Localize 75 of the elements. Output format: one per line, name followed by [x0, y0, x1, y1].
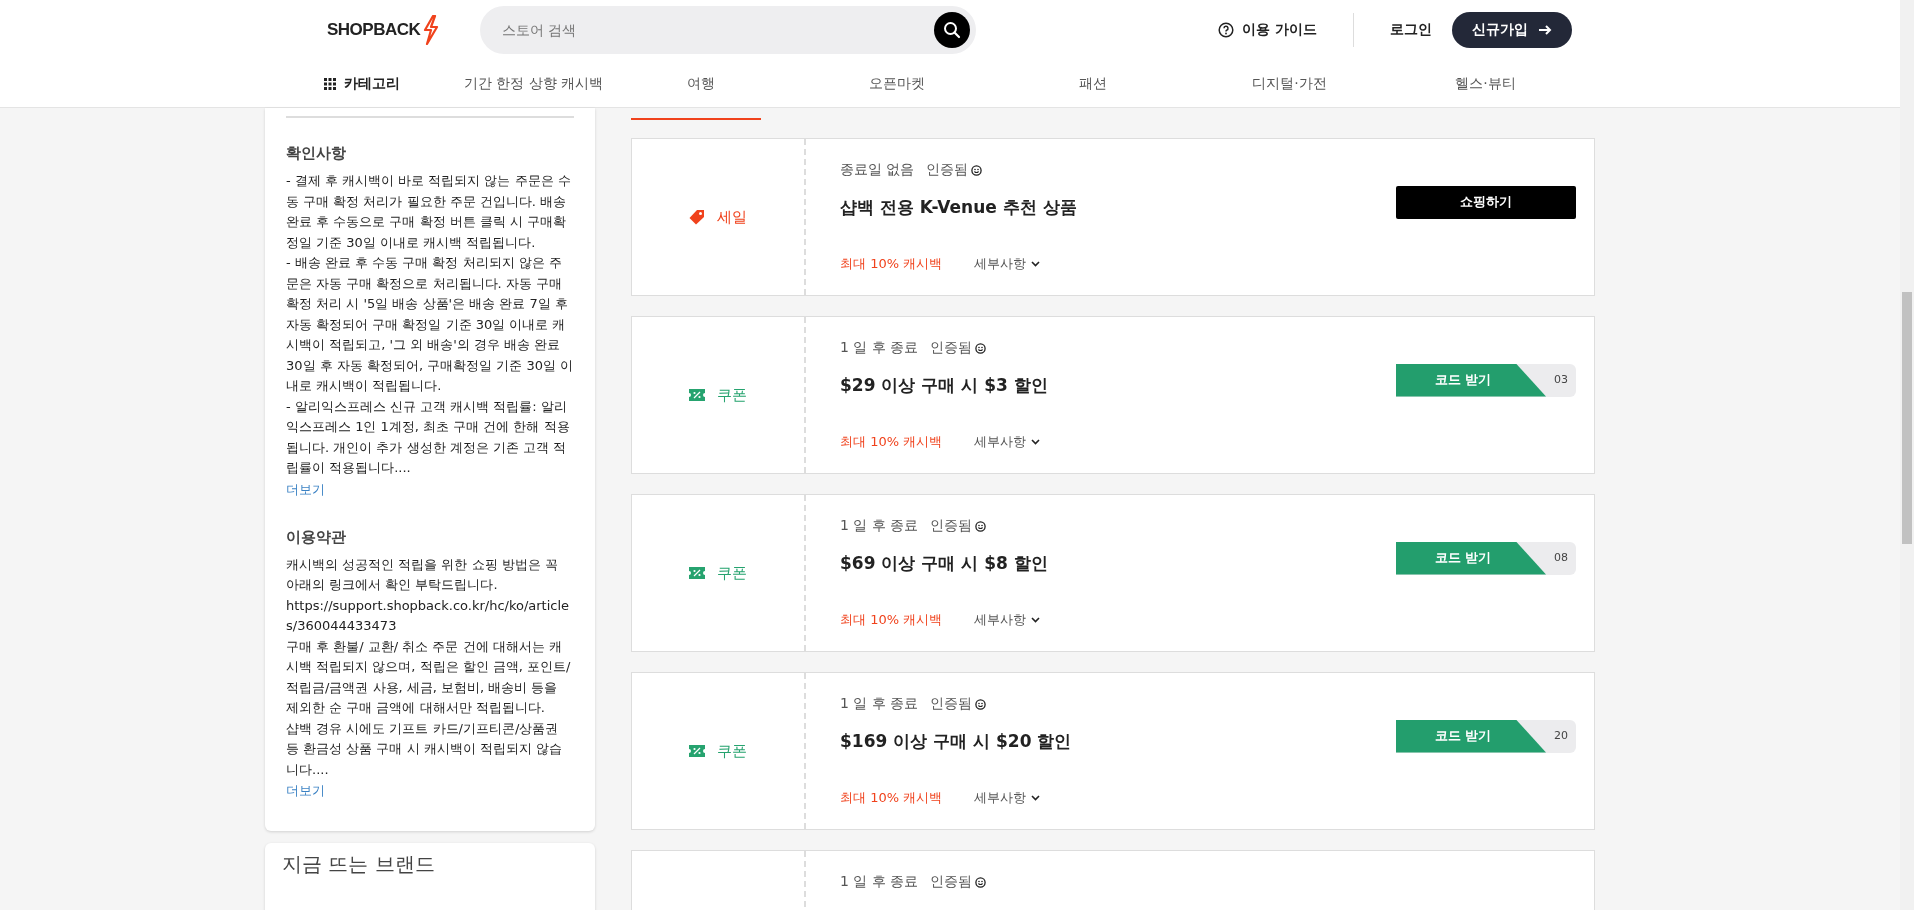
chevron-down-icon	[1031, 439, 1041, 445]
nav-tab[interactable]: 패션	[995, 74, 1192, 93]
scrollbar[interactable]	[1900, 0, 1914, 910]
paragraph: 샵백 경유 시에도 기프트 카드/기프티콘/상품권 등 환금성 상품 구매 시 캐시백이 적립되지 않습니다....	[286, 719, 563, 779]
smiley-icon	[971, 164, 983, 176]
section-title: 이용약관	[286, 527, 347, 547]
guide-link[interactable]: 이용 가이드	[1242, 21, 1317, 39]
verified-label: 인증됨	[930, 873, 973, 891]
cashback-rate: 최대 10% 캐시백	[840, 433, 943, 451]
offer-title: $29 이상 구매 시 $3 할인	[840, 374, 1049, 397]
details-toggle[interactable]: 세부사항	[974, 255, 1041, 273]
more-link[interactable]: 더보기	[286, 481, 325, 497]
nav-tab[interactable]: 디지털·가전	[1191, 74, 1388, 93]
expiry-text: 1 일 후 종료	[840, 695, 919, 713]
code-preview: 20	[1554, 728, 1568, 742]
paragraph: - 결제 후 캐시백이 바로 적립되지 않는 주문은 수동 구매 확정 처리가 필요한 주문 건입니다. 배송 완료 후 수동으로 구매 확정 버튼 클릭 시 구매확정일 기준 30일 이내로 캐시백 적립됩니다.	[286, 172, 572, 252]
ticket-icon	[689, 389, 705, 401]
verified-label: 인증됨	[930, 695, 973, 713]
nav-tab[interactable]: 여행	[603, 74, 800, 93]
verified-label: 인증됨	[930, 339, 973, 357]
tag-icon	[689, 209, 705, 225]
code-preview: 08	[1554, 550, 1568, 564]
offer-title: $169 이상 구매 시 $20 할인	[840, 730, 1073, 753]
cashback-rate: 최대 10% 캐시백	[840, 611, 943, 629]
chevron-down-icon	[1031, 261, 1041, 267]
logo-wordmark[interactable]: SHOPBACK	[327, 20, 421, 40]
smiley-icon	[975, 520, 987, 532]
details-toggle[interactable]: 세부사항	[974, 611, 1041, 629]
offer-type-label: 쿠폰	[717, 385, 747, 405]
arrow-right-icon	[1537, 23, 1552, 37]
ticket-icon	[689, 567, 705, 579]
lightning-bolt-icon	[422, 15, 441, 45]
paragraph: 구매 후 환불/ 교환/ 취소 주문 건에 대해서는 캐시백 적립되지 않으며, 적립은 할인 금액, 포인트/적립금/금액권 사용, 세금, 보험비, 배송비 등을 제외한 순 구매 금액에 대해서만 적립됩니다.	[286, 637, 572, 717]
offer-title: 샵백 전용 K-Venue 추천 상품	[840, 196, 1078, 219]
more-link[interactable]: 더보기	[286, 783, 325, 798]
details-toggle[interactable]: 세부사항	[974, 433, 1041, 451]
details-toggle[interactable]: 세부사항	[974, 789, 1041, 807]
login-link[interactable]: 로그인	[1389, 21, 1432, 39]
section-title: 확인사항	[286, 144, 347, 163]
paragraph: - 배송 완료 후 수동 구매 확정 처리되지 않은 주문은 자동 구매 확정으로 처리됩니다. 자동 구매 확정 처리 시 '5일 배송 상품'은 배송 완료 7일 후 자동 확정되어 구매 확정일 기준 30일 이내로 캐시백이 적립되고, '그 외 배송'의 경우 배송 완료 30일 후 자동 확정되어, 구매확정일 기준 30일 이내로 캐시백이 적립됩니다.	[286, 254, 574, 395]
nav-tab[interactable]: 오픈마켓	[799, 74, 996, 93]
search-input[interactable]: 스토어 검색	[500, 21, 934, 39]
expiry-text: 1 일 후 종료	[840, 873, 919, 891]
offer-title: $69 이상 구매 시 $8 할인	[840, 552, 1049, 575]
paragraph: 캐시백의 성공적인 적립을 위한 쇼핑 방법은 꼭 아래의 링크에서 확인 부탁드립니다.	[286, 555, 559, 594]
chevron-down-icon	[1031, 617, 1041, 623]
nav-tab[interactable]: 기간 한정 상향 캐시백	[464, 74, 604, 93]
signup-button[interactable]: 신규가입	[1451, 12, 1572, 48]
smiley-icon	[975, 698, 987, 710]
ticket-icon	[689, 745, 705, 757]
cashback-rate: 최대 10% 캐시백	[840, 255, 943, 273]
shop-button[interactable]: 쇼핑하기	[1396, 185, 1576, 219]
section-title: 지금 뜨는 브랜드	[282, 851, 436, 878]
expiry-text: 1 일 후 종료	[840, 517, 919, 535]
offer-type-label: 세일	[717, 207, 747, 227]
search-icon	[943, 21, 961, 39]
expiry-text: 종료일 없음	[840, 161, 915, 179]
verified-label: 인증됨	[926, 161, 969, 179]
search-field[interactable]: 스토어 검색	[480, 6, 976, 54]
help-icon	[1218, 22, 1234, 38]
category-menu[interactable]: 카테고리	[344, 74, 400, 93]
expiry-text: 1 일 후 종료	[840, 339, 919, 357]
paragraph: https://support.shopback.co.kr/hc/ko/articles/360044433473	[286, 596, 571, 635]
smiley-icon	[975, 342, 987, 354]
search-button[interactable]	[934, 12, 970, 48]
code-preview: 03	[1554, 372, 1568, 386]
offer-type-label: 쿠폰	[717, 741, 747, 761]
verified-label: 인증됨	[930, 517, 973, 535]
cashback-rate: 최대 10% 캐시백	[840, 789, 943, 807]
chevron-down-icon	[1031, 795, 1041, 801]
smiley-icon	[975, 876, 987, 888]
offer-type-label: 쿠폰	[717, 563, 747, 583]
nav-tab[interactable]: 헬스·뷰티	[1387, 74, 1584, 93]
grid-icon	[324, 77, 336, 90]
paragraph: - 알리익스프레스 신규 고객 캐시백 적립률: 알리익스프레스 1인 1계정, 최초 구매 건에 한해 적용됩니다. 개인이 추가 생성한 계정은 기존 고객 적립률이 적용됩니다....	[286, 397, 571, 477]
